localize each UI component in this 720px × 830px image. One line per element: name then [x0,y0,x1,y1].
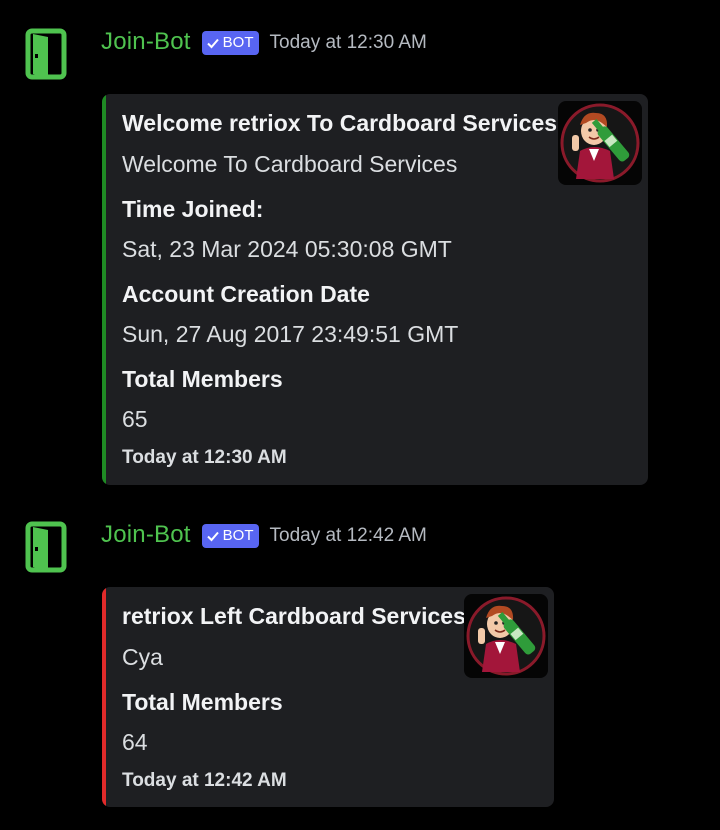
message-header: Join-Bot BOT Today at 12:30 AM [101,26,427,58]
field-name: Total Members [122,689,283,715]
checkmark-icon [206,531,219,542]
username[interactable]: Join-Bot [101,521,191,549]
embed-footer-timestamp: Today at 12:30 AM [122,447,287,468]
embed-title: retriox Left Cardboard Services [122,603,466,629]
field-value: Sat, 23 Mar 2024 05:30:08 GMT [122,236,452,262]
bot-badge: BOT [201,31,259,55]
cartoon-mascot-thumbnail[interactable] [464,594,548,678]
field-name: Total Members [122,366,283,392]
field-name: Account Creation Date [122,281,370,307]
cartoon-mascot-thumbnail[interactable] [558,101,642,185]
embed-title: Welcome retriox To Cardboard Services [122,110,558,136]
bot-badge-label: BOT [222,34,254,51]
leave-embed: retriox Left Cardboard Services Cya Tota… [102,587,554,807]
bot-badge: BOT [201,524,259,548]
message-header: Join-Bot BOT Today at 12:42 AM [101,519,427,551]
field-value: 64 [122,729,148,755]
checkmark-icon [206,38,219,49]
field-name: Time Joined: [122,196,264,222]
door-exit-icon[interactable] [24,28,68,80]
door-exit-icon[interactable] [24,521,68,573]
field-value: Sun, 27 Aug 2017 23:49:51 GMT [122,321,459,347]
field-value: 65 [122,406,148,432]
embed-footer-timestamp: Today at 12:42 AM [122,770,287,791]
bot-badge-label: BOT [222,527,254,544]
embed-description: Cya [122,644,163,670]
embed-description: Welcome To Cardboard Services [122,151,458,177]
message-timestamp[interactable]: Today at 12:42 AM [270,525,427,547]
username[interactable]: Join-Bot [101,28,191,56]
welcome-embed: Welcome retriox To Cardboard Services We… [102,94,648,485]
message-timestamp[interactable]: Today at 12:30 AM [270,32,427,54]
